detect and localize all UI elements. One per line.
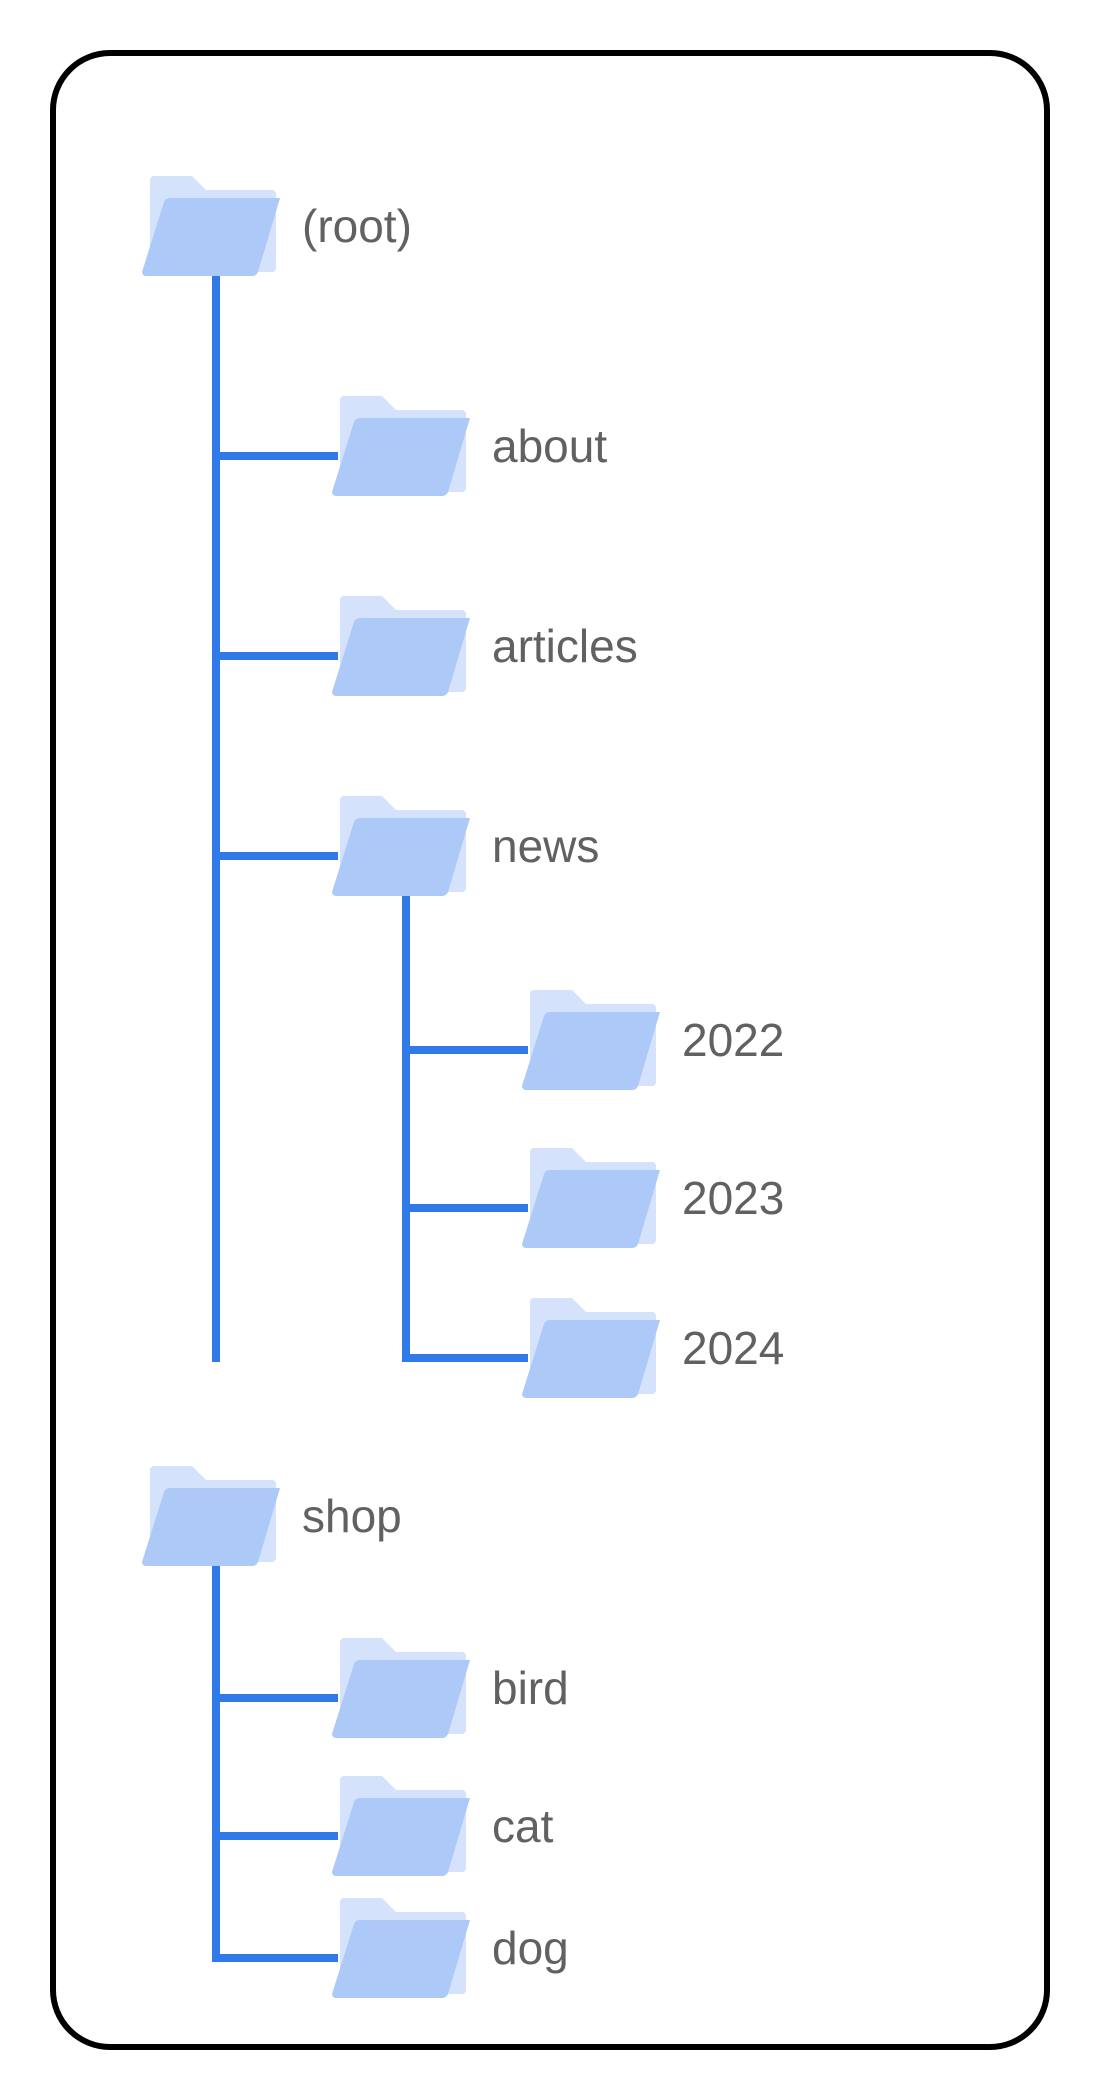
folder-node-cat: cat	[330, 1766, 553, 1886]
folder-label: shop	[302, 1489, 402, 1543]
folder-label: 2024	[682, 1321, 784, 1375]
folder-node-shop: shop	[140, 1456, 402, 1576]
folder-icon	[330, 786, 470, 906]
folder-icon	[520, 1138, 660, 1258]
folder-node-articles: articles	[330, 586, 638, 706]
connector-line	[212, 852, 338, 860]
connector-line	[212, 1954, 338, 1962]
folder-icon	[330, 386, 470, 506]
connector-line	[212, 274, 220, 1362]
folder-label: about	[492, 419, 607, 473]
connector-line	[402, 870, 410, 1362]
folder-label: dog	[492, 1921, 569, 1975]
folder-node-2022: 2022	[520, 980, 784, 1100]
connector-line	[212, 1832, 338, 1840]
folder-icon	[520, 1288, 660, 1408]
folder-label: articles	[492, 619, 638, 673]
folder-label: bird	[492, 1661, 569, 1715]
folder-icon	[330, 1628, 470, 1748]
connector-line	[212, 1566, 220, 1962]
connector-line	[212, 652, 338, 660]
folder-icon	[140, 1456, 280, 1576]
folder-label: (root)	[302, 199, 412, 253]
folder-icon	[330, 1888, 470, 2008]
connector-line	[402, 1204, 528, 1212]
folder-node-bird: bird	[330, 1628, 569, 1748]
folder-node-2023: 2023	[520, 1138, 784, 1258]
folder-label: 2023	[682, 1171, 784, 1225]
folder-node-root: (root)	[140, 166, 412, 286]
connector-line	[402, 1354, 528, 1362]
folder-icon	[330, 1766, 470, 1886]
folder-label: 2022	[682, 1013, 784, 1067]
folder-label: cat	[492, 1799, 553, 1853]
connector-line	[212, 1694, 338, 1702]
folder-icon	[140, 166, 280, 286]
diagram-frame: (root) about articles news	[50, 50, 1050, 2050]
folder-label: news	[492, 819, 599, 873]
folder-node-about: about	[330, 386, 607, 506]
folder-node-2024: 2024	[520, 1288, 784, 1408]
folder-node-dog: dog	[330, 1888, 569, 2008]
connector-line	[212, 452, 338, 460]
folder-node-news: news	[330, 786, 599, 906]
connector-line	[402, 1046, 528, 1054]
folder-icon	[330, 586, 470, 706]
folder-icon	[520, 980, 660, 1100]
